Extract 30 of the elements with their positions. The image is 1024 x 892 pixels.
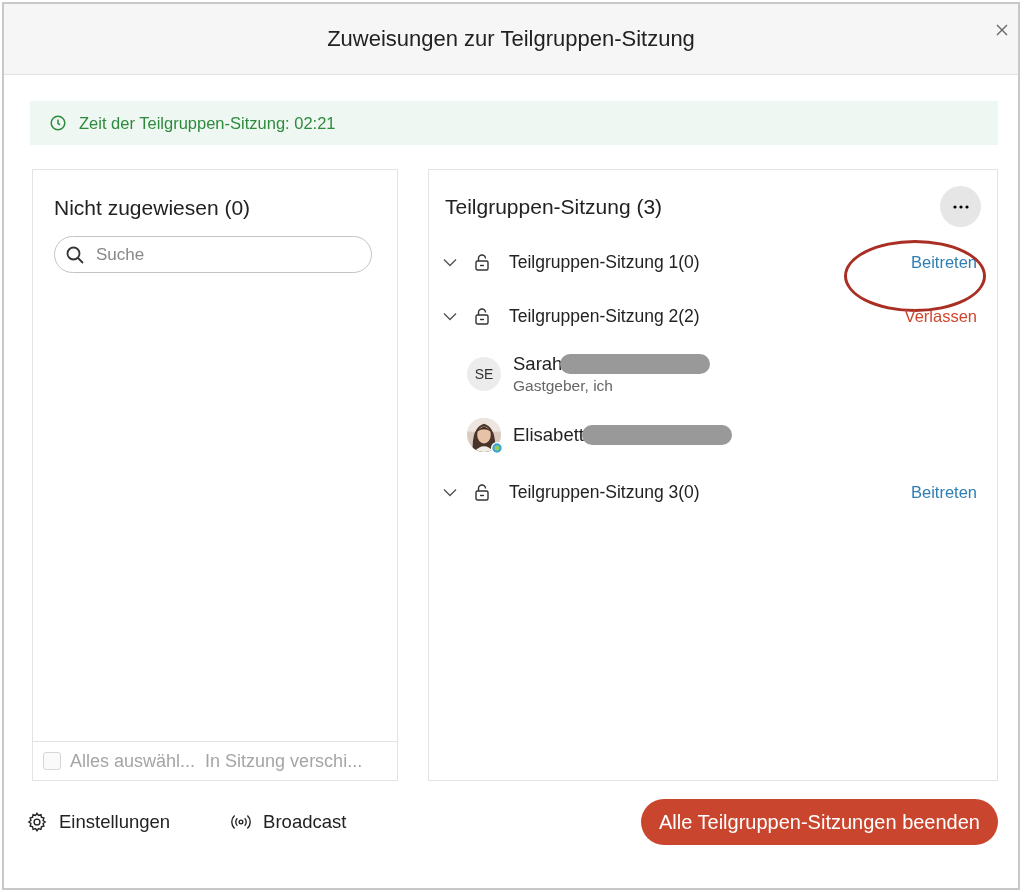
chevron-icon[interactable] — [443, 487, 457, 497]
broadcast-button[interactable]: Broadcast — [230, 811, 347, 833]
end-all-sessions-button[interactable]: Alle Teilgruppen-Sitzungen beenden — [641, 799, 998, 845]
clock-icon — [50, 115, 66, 131]
join-link[interactable]: Beitreten — [910, 482, 977, 502]
session-name[interactable]: Teilgruppen-Sitzung 1(0) — [509, 251, 911, 273]
chevron-icon[interactable] — [443, 311, 457, 321]
close-icon[interactable] — [996, 24, 1008, 36]
leave-link[interactable]: Verlassen — [904, 306, 977, 326]
session-name[interactable]: Teilgruppen-Sitzung 2(2) — [509, 305, 905, 327]
panel-title: Nicht zugewiesen (0) — [53, 195, 252, 220]
session-name[interactable]: Teilgruppen-Sitzung 3(0) — [509, 481, 911, 503]
more-button[interactable] — [940, 186, 981, 227]
padlock-icon — [475, 253, 489, 271]
settings-icon — [26, 811, 48, 833]
more-icon — [952, 204, 969, 209]
join-link[interactable]: Beitreten — [910, 252, 977, 272]
member-name: Elisabett — [513, 423, 584, 446]
member-role: Gastgeber, ich — [513, 376, 614, 395]
settings-button[interactable]: Einstellungen — [26, 811, 171, 833]
panel-title: Teilgruppen-Sitzung (3) — [445, 194, 663, 219]
padlock-icon — [475, 483, 489, 501]
member-name: Sarah — [513, 352, 563, 375]
search-field[interactable]: Suche — [54, 236, 372, 273]
chevron-icon[interactable] — [443, 257, 457, 267]
search-icon — [66, 246, 84, 264]
timer-text: Zeit der Teilgruppen-Sitzung: 02:21 — [79, 113, 336, 133]
avatar-initials: SE — [467, 356, 501, 391]
padlock-icon — [475, 307, 489, 325]
window-title: Zuweisungen zur Teilgruppen-Sitzung — [327, 26, 695, 52]
